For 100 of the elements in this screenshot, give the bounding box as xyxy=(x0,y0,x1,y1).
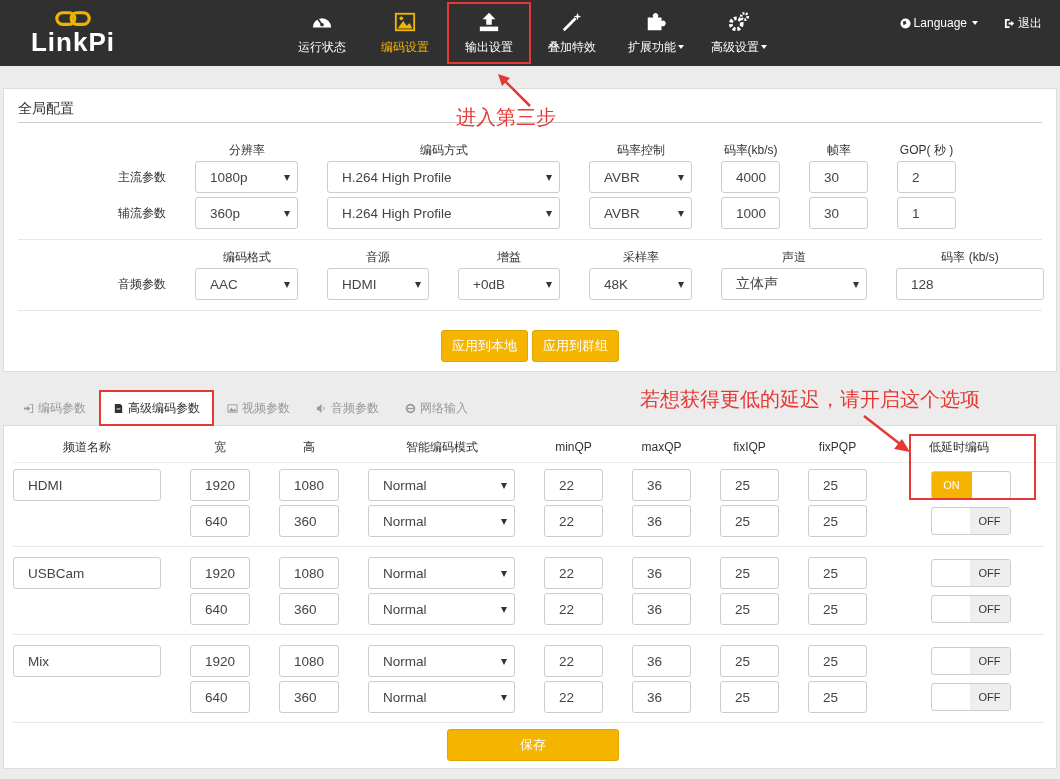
dropdown[interactable]: Normal xyxy=(368,593,515,625)
number-field[interactable]: 1920 xyxy=(190,557,250,589)
number-field[interactable]: 25 xyxy=(720,469,779,501)
dropdown[interactable]: 立体声 xyxy=(721,268,867,300)
dropdown[interactable]: AAC xyxy=(195,268,298,300)
number-field[interactable]: 36 xyxy=(632,469,691,501)
dropdown[interactable]: Normal xyxy=(368,469,515,501)
column-header: maxQP xyxy=(640,440,683,454)
number-field[interactable]: 22 xyxy=(544,645,603,677)
sign-out-icon xyxy=(1004,17,1015,29)
nav-item[interactable]: 编码设置 xyxy=(363,2,447,64)
picture-icon xyxy=(227,402,238,414)
text-field[interactable]: 1 xyxy=(897,197,956,229)
channel-name-field[interactable]: Mix xyxy=(13,645,161,677)
number-field[interactable]: 22 xyxy=(544,505,603,537)
annotation-arrow xyxy=(862,414,912,454)
number-field[interactable]: 25 xyxy=(808,681,867,713)
caret-icon xyxy=(678,175,684,181)
column-header: 音源 xyxy=(365,249,391,266)
dropdown[interactable]: Normal xyxy=(368,557,515,589)
number-field[interactable]: 1920 xyxy=(190,645,250,677)
column-header: minQP xyxy=(554,440,593,454)
number-field[interactable]: 36 xyxy=(632,505,691,537)
nav-item[interactable]: 运行状态 xyxy=(280,2,364,64)
number-field[interactable]: 360 xyxy=(279,505,339,537)
caret-icon xyxy=(501,519,507,525)
caret-icon xyxy=(501,483,507,489)
dropdown[interactable]: HDMI xyxy=(327,268,429,300)
number-field[interactable]: 25 xyxy=(808,593,867,625)
caret-icon xyxy=(853,282,859,288)
dropdown[interactable]: Normal xyxy=(368,505,515,537)
toggle-switch[interactable]: OFF xyxy=(930,647,1011,675)
dropdown[interactable]: Normal xyxy=(368,681,515,713)
sign-in-icon xyxy=(23,402,34,414)
row-label: 音频参数 xyxy=(117,275,166,293)
number-field[interactable]: 25 xyxy=(720,505,779,537)
column-header: 增益 xyxy=(496,249,522,266)
toggle-switch[interactable]: OFF xyxy=(930,559,1011,587)
number-field[interactable]: 36 xyxy=(632,681,691,713)
text-field[interactable]: 1000 xyxy=(721,197,780,229)
number-field[interactable]: 36 xyxy=(632,645,691,677)
toggle-switch[interactable]: OFF xyxy=(930,683,1011,711)
number-field[interactable]: 360 xyxy=(279,681,339,713)
number-field[interactable]: 25 xyxy=(720,645,779,677)
nav-item[interactable]: 输出设置 xyxy=(447,2,531,64)
caret-icon xyxy=(546,175,552,181)
number-field[interactable]: 25 xyxy=(808,645,867,677)
caret-icon xyxy=(501,607,507,613)
number-field[interactable]: 640 xyxy=(190,593,250,625)
dropdown[interactable]: H.264 High Profile xyxy=(327,197,560,229)
caret-icon xyxy=(415,282,421,288)
tab[interactable]: 高级编码参数 xyxy=(99,390,214,426)
dropdown[interactable]: 360p xyxy=(195,197,298,229)
chain-link-icon xyxy=(53,10,93,28)
toggle-switch[interactable]: OFF xyxy=(930,507,1011,535)
text-field[interactable]: 2 xyxy=(897,161,956,193)
number-field[interactable]: 25 xyxy=(720,681,779,713)
text-field[interactable]: 30 xyxy=(809,197,868,229)
number-field[interactable]: 25 xyxy=(720,593,779,625)
nav-item[interactable]: 叠加特效 xyxy=(530,2,614,64)
number-field[interactable]: 1080 xyxy=(279,557,339,589)
number-field[interactable]: 360 xyxy=(279,593,339,625)
dropdown[interactable]: AVBR xyxy=(589,197,692,229)
dropdown[interactable]: Normal xyxy=(368,645,515,677)
number-field[interactable]: 640 xyxy=(190,505,250,537)
channel-name-field[interactable]: USBCam xyxy=(13,557,161,589)
number-field[interactable]: 1080 xyxy=(279,469,339,501)
channel-name-field[interactable]: HDMI xyxy=(13,469,161,501)
nav-item[interactable]: 高级设置 xyxy=(697,2,781,64)
dropdown[interactable]: AVBR xyxy=(589,161,692,193)
document-icon xyxy=(113,402,124,414)
number-field[interactable]: 1080 xyxy=(279,645,339,677)
number-field[interactable]: 36 xyxy=(632,557,691,589)
dropdown[interactable]: H.264 High Profile xyxy=(327,161,560,193)
nav-item[interactable]: 扩展功能 xyxy=(614,2,698,64)
column-header: 码率控制 xyxy=(615,142,666,159)
logout-link[interactable]: 退出 xyxy=(1004,14,1042,32)
dropdown[interactable]: 1080p xyxy=(195,161,298,193)
number-field[interactable]: 25 xyxy=(808,557,867,589)
number-field[interactable]: 1920 xyxy=(190,469,250,501)
logo-text: LinkPi xyxy=(31,28,115,56)
number-field[interactable]: 25 xyxy=(720,557,779,589)
number-field[interactable]: 25 xyxy=(808,469,867,501)
number-field[interactable]: 22 xyxy=(544,681,603,713)
text-field[interactable]: 4000 xyxy=(721,161,780,193)
number-field[interactable]: 22 xyxy=(544,593,603,625)
toggle-switch[interactable]: OFF xyxy=(930,595,1011,623)
language-menu[interactable]: Language xyxy=(899,14,978,32)
number-field[interactable]: 22 xyxy=(544,469,603,501)
number-field[interactable]: 640 xyxy=(190,681,250,713)
row-label: 主流参数 xyxy=(117,168,166,186)
column-header: GOP( 秒 ) xyxy=(898,142,955,159)
annotation-text: 进入第三步 xyxy=(456,105,556,130)
text-field[interactable]: 30 xyxy=(809,161,868,193)
number-field[interactable]: 36 xyxy=(632,593,691,625)
dropdown[interactable]: +0dB xyxy=(458,268,560,300)
text-field[interactable]: 128 xyxy=(896,268,1044,300)
number-field[interactable]: 25 xyxy=(808,505,867,537)
dropdown[interactable]: 48K xyxy=(589,268,692,300)
number-field[interactable]: 22 xyxy=(544,557,603,589)
